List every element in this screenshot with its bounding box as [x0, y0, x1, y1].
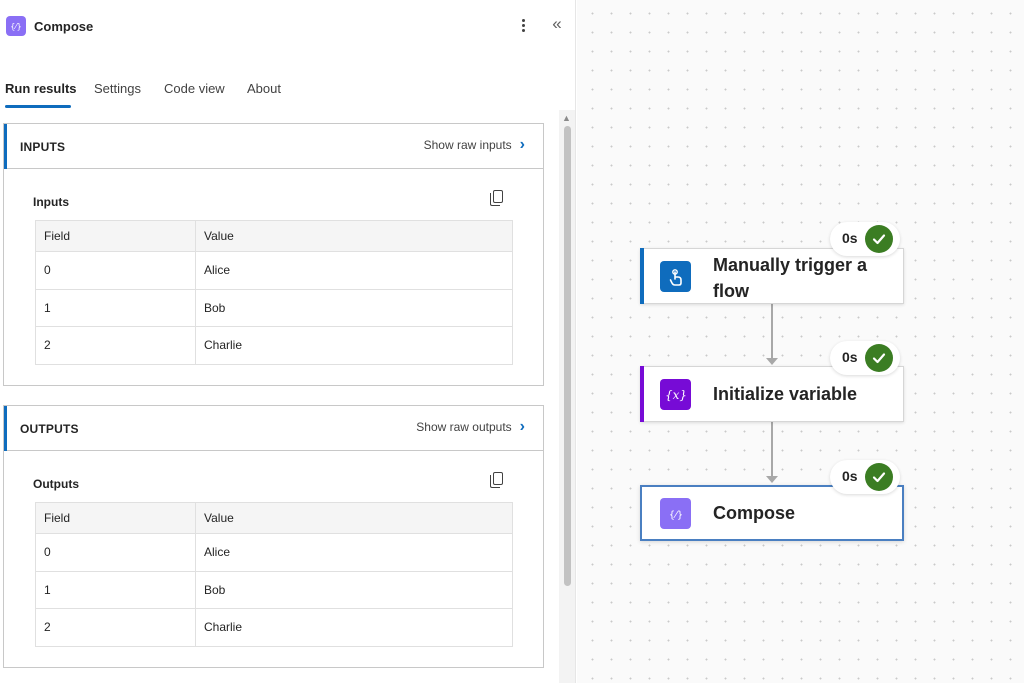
value-cell: Charlie [195, 608, 513, 647]
flow-node-manual-trigger[interactable]: Manually trigger a flow [640, 248, 904, 304]
inputs-section-title: INPUTS [20, 140, 66, 154]
outputs-section-header[interactable]: OUTPUTS Show raw outputs › [4, 406, 543, 451]
variable-icon: {x} [660, 379, 691, 410]
inputs-label: Inputs [33, 195, 69, 209]
field-cell: 0 [35, 533, 196, 572]
duration-label: 0s [842, 349, 858, 365]
table-header-row: Field Value [35, 220, 513, 252]
show-raw-outputs-link[interactable]: Show raw outputs › [416, 419, 525, 435]
run-status-badge: 0s [830, 222, 900, 256]
tab-code-view[interactable]: Code view [164, 81, 225, 96]
svg-text:{x}: {x} [665, 388, 687, 402]
checkmark-icon [865, 463, 893, 491]
inputs-section: INPUTS Show raw inputs › Inputs Field Va… [3, 123, 544, 386]
value-cell: Charlie [195, 326, 513, 365]
chevron-right-icon: › [519, 418, 525, 435]
column-header-field: Field [35, 220, 196, 252]
outputs-label: Outputs [33, 477, 79, 491]
column-header-field: Field [35, 502, 196, 534]
chevron-right-icon: › [519, 136, 525, 153]
collapse-panel-icon[interactable]: « [548, 13, 566, 35]
value-cell: Bob [195, 570, 513, 609]
copy-icon[interactable] [490, 472, 504, 488]
tab-settings[interactable]: Settings [94, 81, 141, 96]
table-row: 1 Bob [35, 288, 513, 327]
section-accent [4, 406, 7, 451]
tab-bar: Run results Settings Code view About [0, 78, 560, 110]
tab-run-results[interactable]: Run results [5, 81, 77, 96]
show-raw-inputs-label: Show raw inputs [423, 138, 512, 152]
panel-scrollbar[interactable]: ▲ [559, 110, 575, 683]
node-label: Manually trigger a flow [713, 255, 868, 301]
value-cell: Bob [195, 288, 513, 327]
table-row: 1 Bob [35, 570, 513, 609]
checkmark-icon [865, 344, 893, 372]
run-status-badge: 0s [830, 460, 900, 494]
more-options-icon[interactable] [514, 14, 532, 36]
panel-title: Compose [34, 19, 94, 34]
touch-icon [660, 261, 691, 292]
outputs-table: Field Value 0 Alice 1 Bob 2 Charlie [35, 502, 513, 647]
outputs-section-title: OUTPUTS [20, 422, 79, 436]
value-cell: Alice [195, 251, 513, 290]
table-row: 0 Alice [35, 251, 513, 290]
node-label: Initialize variable [713, 384, 858, 404]
tab-about[interactable]: About [247, 81, 281, 96]
inputs-section-header[interactable]: INPUTS Show raw inputs › [4, 124, 543, 169]
compose-icon: {⁄} [6, 16, 26, 36]
node-accent-bar [640, 366, 644, 422]
connector-line [771, 304, 773, 360]
svg-text:{⁄}: {⁄} [10, 22, 22, 31]
field-cell: 0 [35, 251, 196, 290]
column-header-value: Value [195, 502, 513, 534]
run-status-badge: 0s [830, 341, 900, 375]
duration-label: 0s [842, 468, 858, 484]
table-row: 2 Charlie [35, 608, 513, 647]
field-cell: 1 [35, 288, 196, 327]
field-cell: 1 [35, 570, 196, 609]
flow-canvas[interactable]: Manually trigger a flow 0s {x} Initializ… [577, 0, 1024, 683]
field-cell: 2 [35, 326, 196, 365]
table-row: 0 Alice [35, 533, 513, 572]
checkmark-icon [865, 225, 893, 253]
arrow-down-icon [766, 476, 778, 483]
details-panel: {⁄} Compose « Run results Settings Code … [0, 0, 576, 683]
inputs-table: Field Value 0 Alice 1 Bob 2 Charlie [35, 220, 513, 365]
show-raw-inputs-link[interactable]: Show raw inputs › [424, 137, 525, 153]
show-raw-outputs-label: Show raw outputs [416, 420, 512, 434]
duration-label: 0s [842, 230, 858, 246]
copy-icon[interactable] [490, 190, 504, 206]
scroll-up-icon[interactable]: ▲ [562, 113, 571, 123]
table-row: 2 Charlie [35, 326, 513, 365]
compose-icon: {⁄} [660, 498, 691, 529]
outputs-section: OUTPUTS Show raw outputs › Outputs Field… [3, 405, 544, 668]
table-header-row: Field Value [35, 502, 513, 534]
svg-text:{⁄}: {⁄} [668, 510, 682, 521]
panel-header: {⁄} Compose « [0, 0, 576, 54]
node-accent-bar [640, 248, 644, 304]
node-label: Compose [713, 503, 796, 523]
section-accent [4, 124, 7, 169]
column-header-value: Value [195, 220, 513, 252]
field-cell: 2 [35, 608, 196, 647]
arrow-down-icon [766, 358, 778, 365]
connector-line [771, 422, 773, 478]
scrollbar-thumb[interactable] [564, 126, 571, 586]
value-cell: Alice [195, 533, 513, 572]
active-tab-indicator [5, 105, 71, 108]
